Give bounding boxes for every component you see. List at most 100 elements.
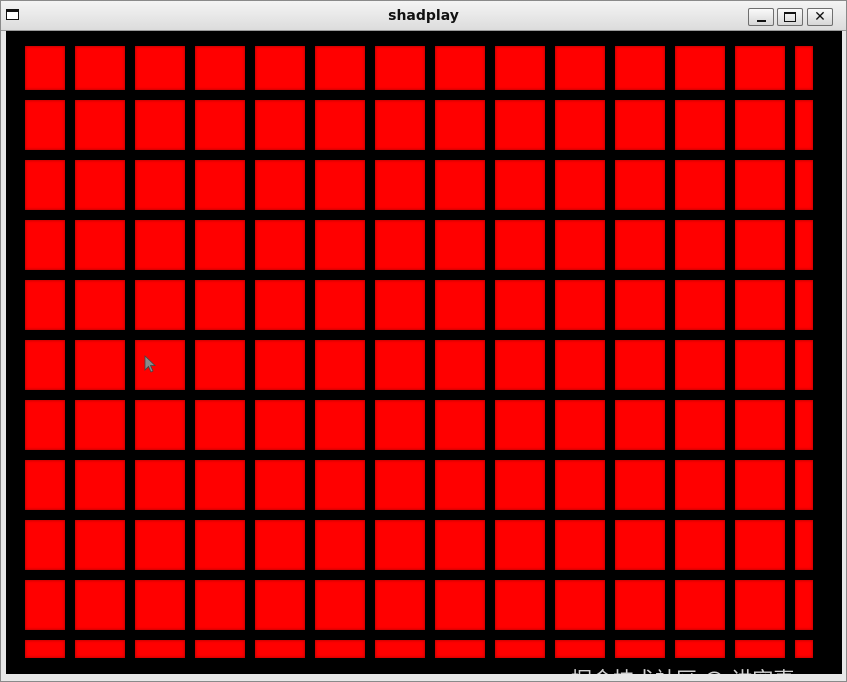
red-square [315,220,365,270]
red-square [255,280,305,330]
red-square [435,340,485,390]
red-square [195,46,245,90]
maximize-button[interactable] [777,8,803,26]
red-square [555,520,605,570]
close-icon: ✕ [814,9,826,25]
red-square [25,280,65,330]
red-square [375,100,425,150]
red-square [375,220,425,270]
red-square [135,460,185,510]
red-square [25,520,65,570]
title-bar[interactable]: shadplay ✕ [1,1,846,31]
red-square [315,160,365,210]
red-square [435,160,485,210]
app-window: shadplay ✕ 掘金技术社区 @ 讲究事 [0,0,847,682]
minimize-icon [757,20,766,22]
red-square [495,640,545,658]
red-square [75,220,125,270]
red-square [555,340,605,390]
red-square [25,100,65,150]
red-square [135,400,185,450]
red-square [615,100,665,150]
red-square [195,460,245,510]
red-square [795,580,813,630]
maximize-icon [784,12,796,22]
red-square [615,280,665,330]
red-square [615,460,665,510]
red-square [615,220,665,270]
red-square [135,340,185,390]
red-square [255,640,305,658]
red-square-grid [6,31,842,674]
red-square [735,400,785,450]
red-square [555,580,605,630]
red-square [75,160,125,210]
red-square [735,520,785,570]
red-square [75,520,125,570]
minimize-button[interactable] [748,8,774,26]
red-square [735,46,785,90]
red-square [375,160,425,210]
red-square [25,460,65,510]
red-square [435,46,485,90]
close-button[interactable]: ✕ [807,8,833,26]
red-square [795,340,813,390]
shader-canvas[interactable]: 掘金技术社区 @ 讲究事 [6,31,842,674]
red-square [135,100,185,150]
red-square [795,460,813,510]
red-square [375,460,425,510]
red-square [435,520,485,570]
red-square [375,400,425,450]
red-square [675,280,725,330]
window-title: shadplay [388,8,459,24]
red-square [495,280,545,330]
red-square [675,640,725,658]
red-square [135,220,185,270]
red-square [195,160,245,210]
red-square [75,580,125,630]
red-square [25,580,65,630]
red-square [195,280,245,330]
red-square [615,160,665,210]
red-square [675,400,725,450]
red-square [25,220,65,270]
red-square [25,160,65,210]
red-square [375,520,425,570]
red-square [75,400,125,450]
red-square [795,100,813,150]
red-square [375,280,425,330]
red-square [495,460,545,510]
red-square [195,520,245,570]
red-square [675,340,725,390]
red-square [75,280,125,330]
red-square [615,340,665,390]
red-square [435,220,485,270]
red-square [255,220,305,270]
red-square [375,580,425,630]
red-square [315,280,365,330]
red-square [195,340,245,390]
red-square [495,400,545,450]
red-square [195,100,245,150]
red-square [195,220,245,270]
red-square [75,640,125,658]
red-square [555,220,605,270]
red-square [495,100,545,150]
red-square [675,580,725,630]
red-square [735,160,785,210]
red-square [195,580,245,630]
red-square [315,520,365,570]
red-square [675,100,725,150]
red-square [735,100,785,150]
red-square [555,280,605,330]
mouse-pointer-icon [144,355,156,373]
red-square [495,160,545,210]
red-square [615,520,665,570]
red-square [375,640,425,658]
red-square [75,340,125,390]
red-square [135,160,185,210]
red-square [675,220,725,270]
red-square [75,46,125,90]
red-square [555,400,605,450]
window-bottom-border [1,674,846,681]
